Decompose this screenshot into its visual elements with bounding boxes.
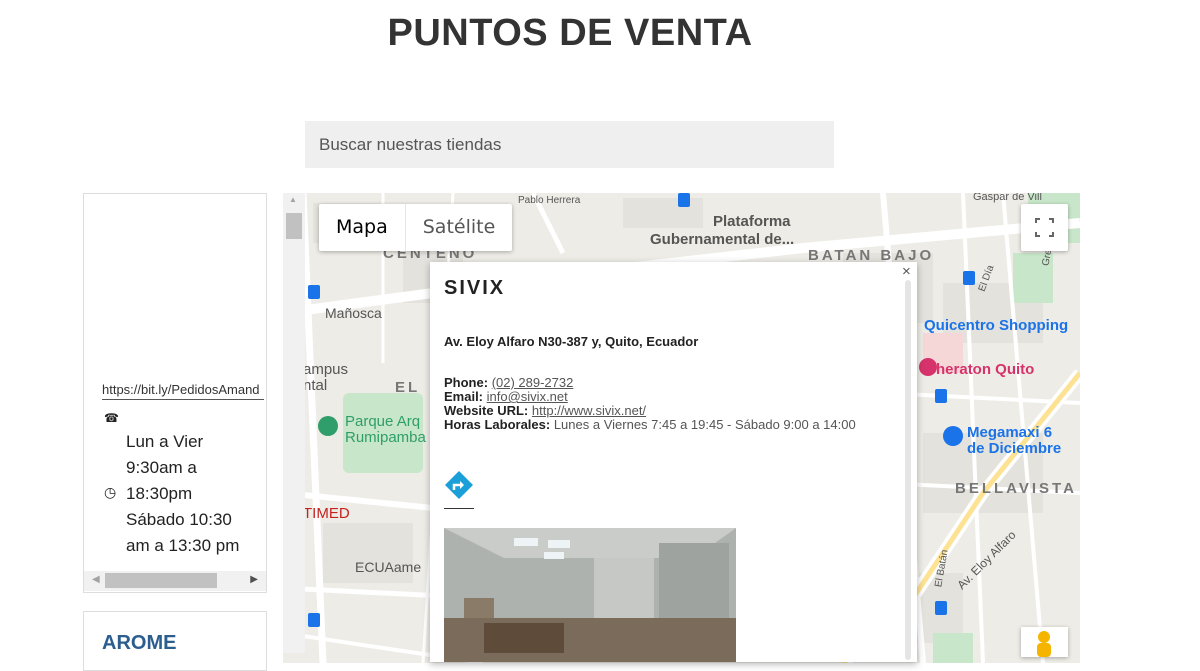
store-info-window: × SIVIX Av. Eloy Alfaro N30-387 y, Quito… bbox=[430, 262, 917, 662]
scroll-right-icon[interactable]: ▶ bbox=[250, 574, 258, 585]
store-hours: Lun a Vier 9:30am a 18:30pm Sábado 10:30… bbox=[126, 429, 266, 559]
map-label: Gaspar de Vill bbox=[973, 193, 1042, 203]
hours-line: 18:30pm bbox=[126, 484, 193, 503]
phone-label: Phone: bbox=[444, 375, 489, 390]
website-label: Website URL: bbox=[444, 403, 529, 418]
map-type-map-button[interactable]: Mapa bbox=[319, 204, 405, 251]
scroll-left-icon[interactable]: ◀ bbox=[92, 574, 100, 585]
clock-icon: ◷ bbox=[104, 484, 117, 500]
map-label: EL bbox=[395, 379, 421, 396]
scrollbar-thumb[interactable] bbox=[286, 213, 302, 239]
map-label: Rumipamba bbox=[345, 429, 426, 446]
store-name: SIVIX bbox=[444, 277, 506, 299]
horizontal-scrollbar[interactable]: ◀ ▶ bbox=[84, 571, 266, 591]
hours-line: Lun a Vier bbox=[126, 432, 204, 451]
email-label: Email: bbox=[444, 389, 484, 404]
hours-label: Horas Laborales: bbox=[444, 417, 551, 432]
map-label: Plataforma bbox=[713, 213, 791, 230]
map-label: Mañosca bbox=[325, 305, 382, 321]
map-label: Megamaxi 6 bbox=[967, 424, 1053, 441]
store-card[interactable]: AROME bbox=[83, 611, 267, 671]
email-link[interactable]: info@sivix.net bbox=[487, 389, 568, 404]
close-icon[interactable]: × bbox=[902, 263, 911, 280]
map-type-satellite-button[interactable]: Satélite bbox=[404, 204, 513, 251]
map-label: Parque Arq bbox=[345, 413, 421, 430]
map-type-control[interactable]: Mapa Satélite bbox=[319, 204, 513, 251]
store-search-input[interactable] bbox=[305, 121, 834, 168]
directions-button[interactable] bbox=[444, 470, 474, 509]
map-label: ntal bbox=[303, 377, 328, 394]
store-photo-image bbox=[444, 528, 736, 662]
website-link[interactable]: http://www.sivix.net/ bbox=[532, 403, 646, 418]
map-label: de Diciembre bbox=[967, 440, 1062, 457]
fullscreen-button[interactable] bbox=[1021, 204, 1068, 251]
store-order-link[interactable]: https://bit.ly/PedidosAmand bbox=[102, 382, 264, 400]
map-label: Sheraton Quito bbox=[926, 361, 1035, 378]
directions-icon bbox=[445, 471, 473, 499]
fullscreen-icon bbox=[1035, 218, 1054, 237]
hours-value: Lunes a Viernes 7:45 a 19:45 - Sábado 9:… bbox=[553, 417, 856, 432]
map-label: Pablo Herrera bbox=[518, 195, 581, 206]
hours-line: Sábado 10:30 bbox=[126, 510, 232, 529]
map-label: Quicentro Shopping bbox=[924, 317, 1069, 334]
store-list-card[interactable]: https://bit.ly/PedidosAmand ☎ ◷ Lun a Vi… bbox=[83, 193, 267, 593]
phone-icon: ☎ bbox=[104, 411, 119, 425]
store-photo bbox=[444, 528, 736, 662]
map-label: TIMED bbox=[303, 505, 350, 522]
store-address: Av. Eloy Alfaro N30-387 y, Quito, Ecuado… bbox=[444, 334, 699, 349]
street-view-button[interactable] bbox=[1021, 627, 1068, 657]
map-label: ECUAame bbox=[355, 559, 422, 575]
info-window-scrollbar[interactable] bbox=[905, 280, 911, 660]
map-label: ampus bbox=[303, 361, 349, 378]
map-label: Gubernamental de... bbox=[650, 231, 795, 248]
hours-line: 9:30am a bbox=[126, 458, 197, 477]
store-contact: Phone: (02) 289-2732 Email: info@sivix.n… bbox=[444, 376, 856, 432]
scroll-up-icon[interactable]: ▲ bbox=[289, 195, 297, 204]
phone-link[interactable]: (02) 289-2732 bbox=[492, 375, 574, 390]
store-name[interactable]: AROME bbox=[102, 632, 176, 655]
pegman-icon bbox=[1037, 631, 1051, 657]
vertical-scrollbar[interactable]: ▲ bbox=[283, 193, 305, 653]
map-label: BELLAVISTA bbox=[955, 480, 1077, 497]
scrollbar-thumb[interactable] bbox=[105, 573, 217, 588]
page-title: PUNTOS DE VENTA bbox=[387, 12, 753, 54]
hours-line: am a 13:30 pm bbox=[126, 536, 240, 555]
